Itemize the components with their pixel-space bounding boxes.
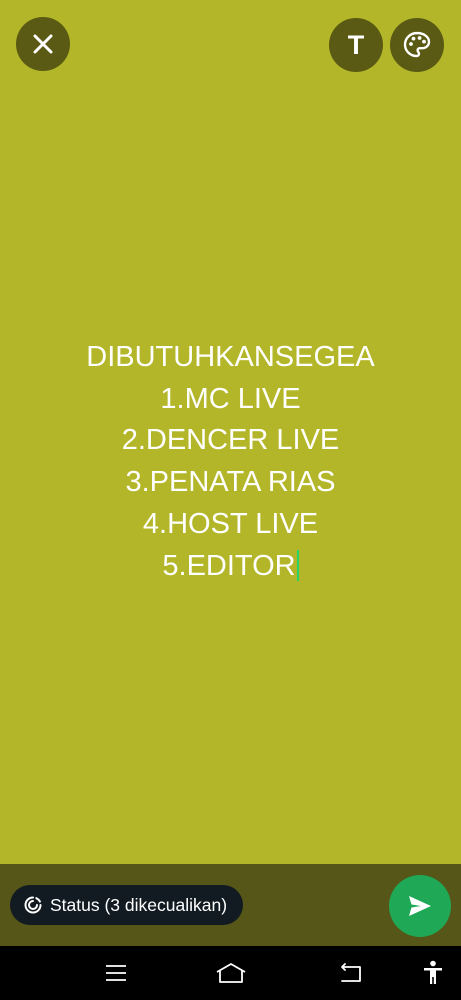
- recents-icon: [106, 965, 126, 981]
- status-text-line-6: 5.EDITOR: [162, 549, 296, 582]
- status-footer-bar: Status (3 dikecualikan): [0, 864, 461, 946]
- audience-label: Status (3 dikecualikan): [50, 894, 228, 915]
- status-ring-icon: [24, 896, 42, 914]
- send-icon: [409, 896, 431, 916]
- accessibility-icon: [424, 960, 442, 984]
- status-text-line-5: 4.HOST LIVE: [142, 507, 319, 540]
- status-text-input[interactable]: DIBUTUHKANSEGEA 1.MC LIVE 2.DENCER LIVE …: [0, 337, 461, 587]
- status-text-line-2: 1.MC LIVE: [160, 382, 301, 415]
- status-text-line-4: 3.PENATA RIAS: [125, 466, 336, 499]
- text-style-icon: T: [347, 29, 365, 60]
- status-text-line-3: 2.DENCER LIVE: [121, 424, 340, 457]
- home-button[interactable]: [214, 958, 248, 988]
- palette-icon: [403, 31, 431, 58]
- back-icon: [341, 963, 361, 982]
- close-icon: [33, 34, 53, 54]
- audience-selector-button[interactable]: Status (3 dikecualikan): [10, 885, 244, 925]
- home-icon: [216, 963, 246, 983]
- back-button[interactable]: [336, 958, 366, 988]
- status-text-line-6-wrap: 5.EDITOR: [0, 546, 461, 588]
- status-text-line-1: DIBUTUHKANSEGEA: [86, 341, 375, 373]
- color-palette-button[interactable]: [390, 18, 444, 72]
- close-button[interactable]: [16, 17, 70, 71]
- text-style-button[interactable]: T: [329, 18, 383, 72]
- text-cursor: [296, 549, 299, 581]
- recents-button[interactable]: [101, 958, 131, 988]
- status-text-canvas[interactable]: T DIBUTUHKANSEGEA 1.MC LIVE 2.DENCER LIV…: [0, 0, 461, 864]
- accessibility-button[interactable]: [418, 958, 448, 988]
- send-button[interactable]: [389, 875, 451, 937]
- system-navigation-bar: [0, 946, 461, 1000]
- status-editor-screen: T DIBUTUHKANSEGEA 1.MC LIVE 2.DENCER LIV…: [0, 0, 461, 1000]
